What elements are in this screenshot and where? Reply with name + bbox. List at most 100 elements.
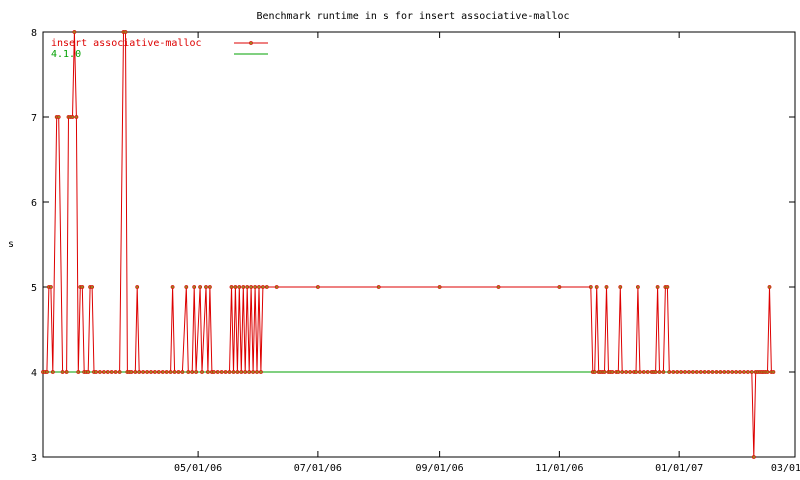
data-point <box>641 370 646 374</box>
data-point <box>86 370 91 374</box>
x-tick-label: 03/01/07 <box>771 463 800 474</box>
chart: Benchmark runtime in s for insert associ… <box>8 11 800 474</box>
data-point <box>49 285 53 289</box>
data-point <box>274 285 279 289</box>
data-point <box>655 285 660 289</box>
data-point <box>249 285 254 289</box>
legend-label-main: insert associative-malloc <box>51 38 202 49</box>
x-tick-label: 11/01/06 <box>535 463 583 474</box>
data-point <box>251 370 256 374</box>
data-point <box>76 370 81 374</box>
data-point <box>105 370 110 374</box>
data-point <box>698 370 703 374</box>
data-point <box>645 370 650 374</box>
data-point <box>638 370 642 374</box>
x-tick-label: 09/01/06 <box>416 463 464 474</box>
data-point <box>257 285 261 289</box>
data-point <box>223 370 228 374</box>
data-point <box>180 370 185 374</box>
data-point <box>437 285 442 289</box>
data-point <box>751 455 756 459</box>
data-point <box>653 370 658 374</box>
data-point <box>117 370 122 374</box>
x-axis: 05/01/06 07/01/06 09/01/06 11/01/06 01/01/07… <box>174 32 800 474</box>
data-point <box>235 370 240 374</box>
y-tick-label: 6 <box>31 198 37 209</box>
data-point <box>94 370 98 374</box>
data-point <box>168 370 173 374</box>
data-point <box>219 370 224 374</box>
data-point <box>186 370 191 374</box>
data-point <box>683 370 687 374</box>
data-point <box>241 285 246 289</box>
data-point <box>80 285 85 289</box>
data-point <box>702 370 707 374</box>
data-point <box>190 370 195 374</box>
data-point <box>229 285 234 289</box>
series-line-main <box>43 31 774 458</box>
data-point <box>237 285 242 289</box>
data-point <box>129 370 134 374</box>
data-point <box>749 370 754 374</box>
data-point <box>746 370 750 374</box>
data-point <box>657 370 662 374</box>
data-point <box>255 370 259 374</box>
data-point <box>156 370 161 374</box>
data-point <box>710 370 715 374</box>
y-tick-label: 3 <box>31 453 37 464</box>
data-point <box>50 370 55 374</box>
data-point <box>145 370 150 374</box>
data-point <box>102 370 106 374</box>
data-point <box>109 370 114 374</box>
data-point <box>98 370 102 374</box>
data-point <box>149 370 153 374</box>
data-point <box>636 285 640 289</box>
data-point <box>243 370 248 374</box>
data-point <box>200 370 204 374</box>
data-point <box>135 285 140 289</box>
data-point <box>602 370 607 374</box>
data-point <box>594 285 599 289</box>
data-point <box>245 285 250 289</box>
data-point <box>194 370 199 374</box>
data-point <box>376 285 381 289</box>
data-point <box>734 370 739 374</box>
y-tick-label: 5 <box>31 283 37 294</box>
data-point <box>588 285 593 289</box>
data-point <box>258 370 263 374</box>
data-point <box>141 370 146 374</box>
data-point <box>661 370 666 374</box>
data-point <box>211 370 216 374</box>
data-point <box>620 370 625 374</box>
data-point <box>496 285 501 289</box>
data-point <box>694 370 699 374</box>
data-point <box>172 370 177 374</box>
data-point <box>634 370 638 374</box>
data-point <box>45 370 49 374</box>
data-point <box>231 370 236 374</box>
data-point <box>610 370 615 374</box>
data-point <box>628 370 633 374</box>
data-point <box>253 285 258 289</box>
legend-marker-main <box>249 41 253 45</box>
data-point <box>765 370 770 374</box>
data-point <box>675 370 680 374</box>
main-series <box>41 30 776 459</box>
plot-frame <box>42 31 796 458</box>
data-point <box>738 370 742 374</box>
data-point <box>616 370 621 374</box>
data-point <box>679 370 684 374</box>
data-point <box>592 370 597 374</box>
data-point <box>137 370 142 374</box>
data-point <box>624 370 629 374</box>
data-point <box>205 370 210 374</box>
data-point <box>771 370 776 374</box>
data-point <box>722 370 727 374</box>
data-point <box>176 370 181 374</box>
data-point <box>160 370 165 374</box>
data-point <box>239 370 244 374</box>
data-point <box>70 115 75 119</box>
data-point <box>247 370 252 374</box>
data-point <box>227 370 232 374</box>
data-point <box>113 370 118 374</box>
